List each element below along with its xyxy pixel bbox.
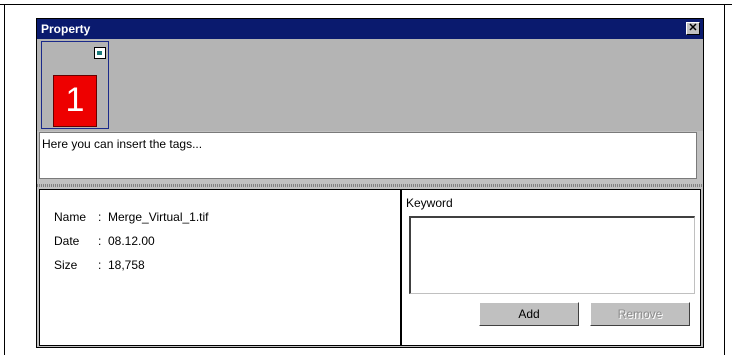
keyword-list[interactable] [409,216,695,294]
name-separator: : [98,210,102,224]
remove-button[interactable]: Remove [590,302,690,326]
tags-input[interactable]: Here you can insert the tags... [39,132,697,179]
splitter[interactable] [37,184,703,187]
window-title: Property [41,22,91,36]
size-value: 18,758 [108,258,145,272]
image-type-icon [94,47,106,59]
size-label: Size [54,258,78,272]
property-window: Property ✕ 1 Here you can insert the tag… [36,18,704,348]
document-frame-left [4,4,5,355]
thumbnail-number: 1 [65,81,85,119]
thumbnail-item[interactable]: 1 [41,41,109,129]
name-label: Name [54,210,87,224]
name-value: Merge_Virtual_1.tif [108,210,209,224]
keyword-panel: Keyword Add Remove [401,189,701,346]
title-bar[interactable]: Property ✕ [37,19,703,39]
keyword-label: Keyword [406,196,453,210]
info-row-size: Size:18,758 [54,258,145,272]
date-value: 08.12.00 [108,234,155,248]
size-separator: : [98,258,102,272]
tags-placeholder: Here you can insert the tags... [42,137,203,151]
date-label: Date [54,234,80,248]
thumbnail-area: 1 [37,39,703,131]
thumbnail-image: 1 [53,75,97,127]
document-frame-right [724,4,725,355]
file-info-panel: Name: Merge_Virtual_1.tif Date:08.12.00 S… [39,189,401,346]
close-icon: ✕ [688,22,698,34]
document-frame-top [0,4,732,5]
close-button[interactable]: ✕ [686,22,700,35]
add-button[interactable]: Add [479,302,579,326]
date-separator: : [98,234,102,248]
info-row-date: Date:08.12.00 [54,234,155,248]
info-row-name: Name: Merge_Virtual_1.tif [54,210,209,224]
